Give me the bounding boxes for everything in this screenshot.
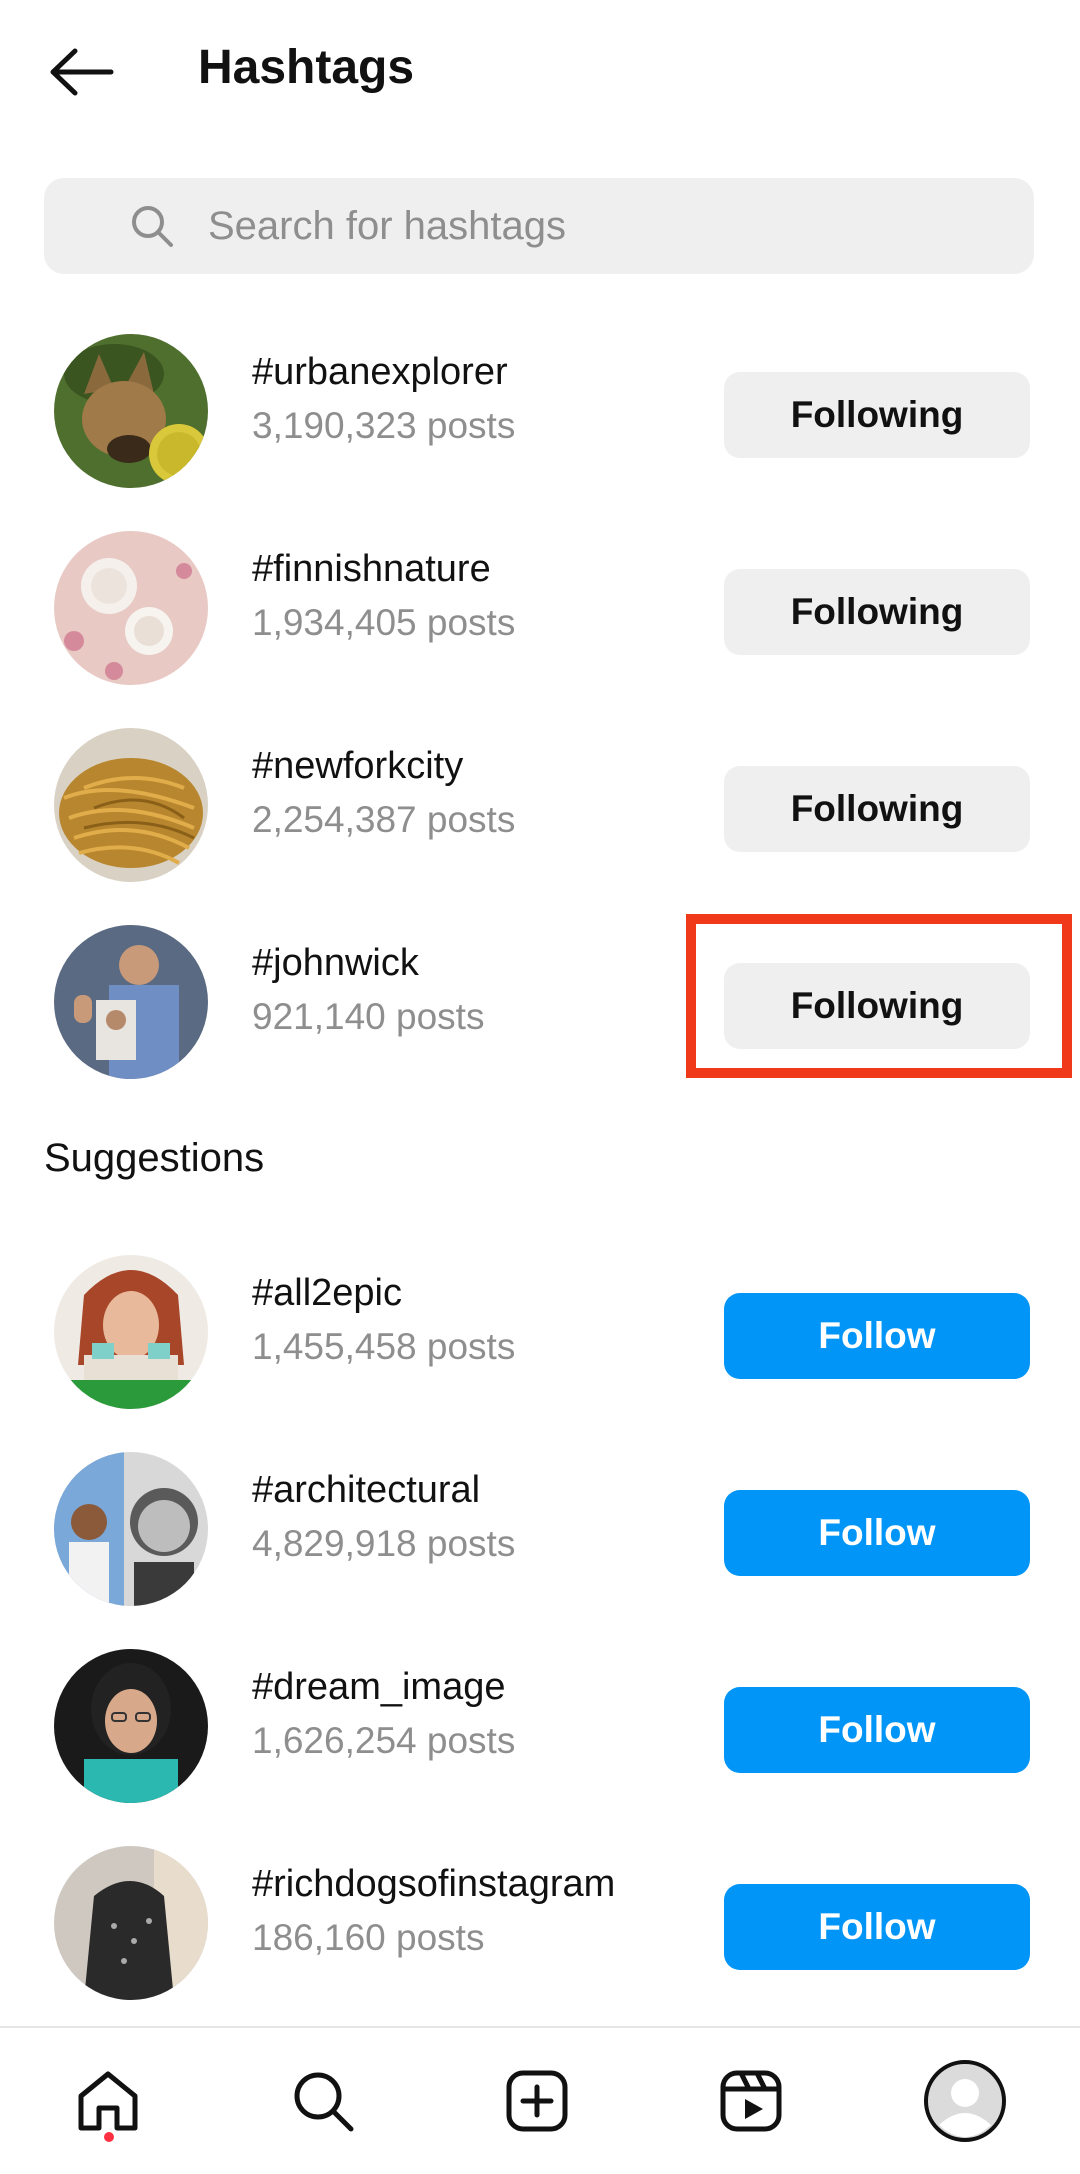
search-icon	[294, 2072, 354, 2132]
follow-button[interactable]: Follow	[724, 1490, 1030, 1576]
following-button[interactable]: Following	[724, 766, 1030, 852]
home-icon	[78, 2071, 138, 2131]
following-button[interactable]: Following	[724, 569, 1030, 655]
back-button[interactable]	[40, 32, 120, 112]
post-count: 1,626,254 posts	[252, 1720, 516, 1761]
post-count: 1,934,405 posts	[252, 602, 516, 643]
hashtag-row[interactable]: #richdogsofinstagram 186,160 posts Follo…	[0, 1834, 1080, 2004]
notification-dot	[104, 2132, 114, 2142]
arrow-left-icon	[50, 48, 114, 96]
hashtag-avatar	[54, 531, 208, 685]
hashtag-row[interactable]: #dream_image 1,626,254 posts Follow	[0, 1637, 1080, 1807]
nav-create[interactable]	[492, 2056, 582, 2146]
hashtag-name: #architectural	[252, 1469, 481, 1511]
highlight-box	[686, 914, 1072, 1078]
hashtag-row[interactable]: #urbanexplorer 3,190,323 posts Following	[0, 322, 1080, 492]
search-input[interactable]	[208, 203, 968, 249]
hashtag-avatar	[54, 1452, 208, 1606]
hashtag-name: #richdogsofinstagram	[252, 1863, 616, 1905]
hashtag-avatar	[54, 728, 208, 882]
following-button[interactable]: Following	[724, 372, 1030, 458]
search-icon	[122, 196, 182, 256]
post-count: 4,829,918 posts	[252, 1523, 516, 1564]
hashtag-avatar	[54, 1255, 208, 1409]
reels-icon	[720, 2070, 782, 2132]
nav-search[interactable]	[278, 2056, 368, 2146]
hashtag-row[interactable]: #all2epic 1,455,458 posts Follow	[0, 1243, 1080, 1413]
hashtag-name: #dream_image	[252, 1666, 506, 1708]
create-icon	[506, 2070, 568, 2132]
hashtag-name: #newforkcity	[252, 745, 464, 787]
post-count: 186,160 posts	[252, 1917, 485, 1958]
hashtag-name: #finnishnature	[252, 548, 491, 590]
follow-button[interactable]: Follow	[724, 1293, 1030, 1379]
follow-button[interactable]: Follow	[724, 1687, 1030, 1773]
nav-profile[interactable]	[920, 2056, 1010, 2146]
hashtag-avatar	[54, 1846, 208, 2000]
post-count: 3,190,323 posts	[252, 405, 516, 446]
hashtag-name: #johnwick	[252, 942, 419, 984]
bottom-nav	[0, 2026, 1080, 2174]
hashtag-avatar	[54, 334, 208, 488]
post-count: 921,140 posts	[252, 996, 485, 1037]
hashtag-row[interactable]: #finnishnature 1,934,405 posts Following	[0, 519, 1080, 689]
hashtag-avatar	[54, 1649, 208, 1803]
hashtag-row[interactable]: #architectural 4,829,918 posts Follow	[0, 1440, 1080, 1610]
hashtag-name: #all2epic	[252, 1272, 402, 1314]
hashtag-avatar	[54, 925, 208, 1079]
post-count: 2,254,387 posts	[252, 799, 516, 840]
nav-reels[interactable]	[706, 2056, 796, 2146]
search-bar[interactable]	[44, 178, 1034, 274]
page-title: Hashtags	[198, 41, 415, 94]
profile-icon	[924, 2060, 1006, 2142]
suggestions-heading: Suggestions	[44, 1136, 265, 1180]
hashtag-name: #urbanexplorer	[252, 351, 508, 393]
hashtag-row[interactable]: #newforkcity 2,254,387 posts Following	[0, 716, 1080, 886]
hashtags-screen: Hashtags #urbanexplorer 3,190	[0, 0, 1080, 2174]
post-count: 1,455,458 posts	[252, 1326, 516, 1367]
header: Hashtags	[0, 0, 1080, 140]
follow-button[interactable]: Follow	[724, 1884, 1030, 1970]
